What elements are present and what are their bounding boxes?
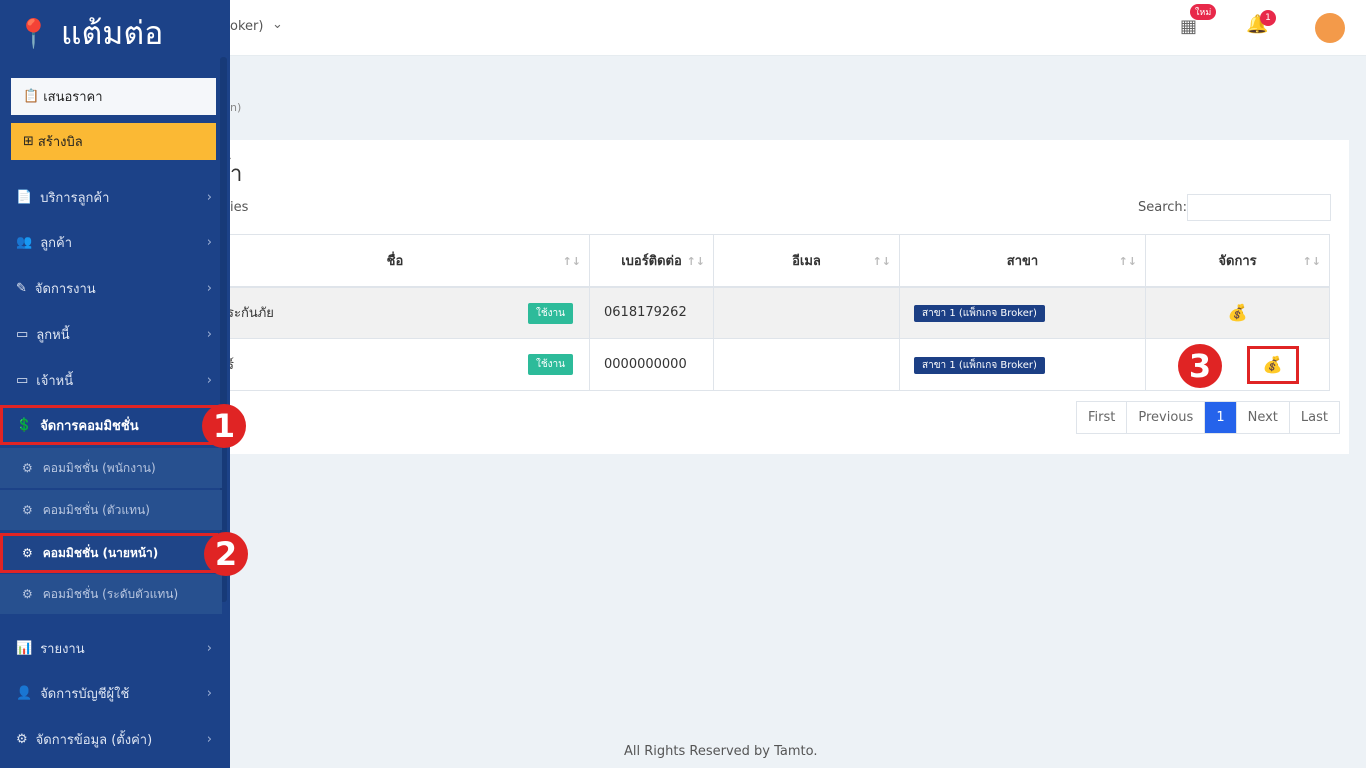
annotation-2: 2 [204,532,248,576]
page-next[interactable]: Next [1237,402,1290,433]
create-bill-button[interactable]: ⊞ สร้างบิล [11,123,216,160]
notification-count: 1 [1260,10,1276,26]
annotation-3: 3 [1178,344,1222,388]
data-table: ชื่อ ↑↓ เบอร์ติดต่อ ↑↓ อีเมล ↑↓ สาขา ↑↓ จัดก… [200,234,1330,391]
phone-cell: 0618179262 [589,286,714,339]
sidebar-sub-commission-broker[interactable]: ⚙ คอมมิชชั่น (นายหน้า) [0,533,218,573]
sidebar-sub-commission-staff[interactable]: ⚙ คอมมิชชั่น (พนักงาน) [0,448,222,488]
table-row: ระกันภัย ใช้งาน 0618179262 สาขา 1 (แพ็กเก… [200,286,1330,339]
new-badge: ใหม่ [1190,4,1217,20]
quote-button[interactable]: 📋 เสนอราคา [11,78,216,115]
email-cell [713,338,900,391]
chevron-down-icon[interactable]: ⌄ [272,17,283,32]
status-badge: ใช้งาน [527,302,573,324]
money-icon: 💲 [16,417,33,433]
branch-badge: สาขา 1 (แพ็กเกจ Broker) [914,356,1045,374]
branch-badge: สาขา 1 (แพ็กเกจ Broker) [914,304,1045,322]
clipboard-icon: 📋 [23,89,40,104]
gear-icon: ⚙ [22,503,33,517]
show-entries: ies [230,200,249,215]
commission-money-icon[interactable]: 💰 [1228,303,1248,323]
sidebar-item-user-accounts[interactable]: 👤 จัดการบัญชีผู้ใช้ › [0,673,222,713]
page-1[interactable]: 1 [1205,402,1237,433]
page-last[interactable]: Last [1290,402,1339,433]
footer: All Rights Reserved by Tamto. [624,744,818,759]
gear-icon: ⚙ [22,546,33,560]
users-icon: 👥 [16,234,33,250]
branch-selector[interactable]: oker) [230,19,263,34]
search-label: Search: [1138,200,1188,215]
col-phone[interactable]: เบอร์ติดต่อ ↑↓ [589,234,714,288]
sidebar-item-customer-service[interactable]: 📄 บริการลูกค้า › [0,177,222,217]
sidebar-item-settings[interactable]: ⚙ จัดการข้อมูล (ตั้งค่า) › [0,719,222,759]
col-actions[interactable]: จัดการ ↑↓ [1145,234,1330,288]
sidebar-item-receivables[interactable]: ▭ ลูกหนี้ › [0,314,222,354]
sidebar-item-commission[interactable]: 💲 จัดการคอมมิชชั่น [0,405,218,445]
user-plus-icon: 👤 [16,685,33,701]
breadcrumb: n) [230,101,242,114]
avatar[interactable] [1315,13,1345,43]
gear-icon: ⚙ [22,461,33,475]
page-title: ้า [230,162,243,187]
table-row: ร์ ใช้งาน 0000000000 สาขา 1 (แพ็กเกจ Brok… [200,338,1330,391]
col-email[interactable]: อีเมล ↑↓ [713,234,900,288]
status-badge: ใช้งาน [527,354,573,375]
sidebar-item-reports[interactable]: 📊 รายงาน › [0,628,222,668]
edit-icon: ✎ [16,280,27,296]
sidebar: 📍 แต้มต่อ 📋 เสนอราคา ⊞ สร้างบิล 📄 บริการลูกค… [0,0,230,768]
gears-icon: ⚙ [16,731,28,747]
logo[interactable]: 📍 แต้มต่อ [16,8,163,59]
annotation-1: 1 [202,404,246,448]
sidebar-item-jobs[interactable]: ✎ จัดการงาน › [0,268,222,308]
card-icon: ▭ [16,372,29,388]
name-cell: ระกันภัย [227,306,274,322]
page-first[interactable]: First [1077,402,1128,433]
sidebar-item-customers[interactable]: 👥 ลูกค้า › [0,222,222,262]
pagination: First Previous 1 Next Last [1076,401,1340,434]
col-name[interactable]: ชื่อ ↑↓ [200,234,590,288]
logo-text: แต้มต่อ [60,14,164,52]
plus-square-icon: ⊞ [23,134,34,149]
page-previous[interactable]: Previous [1127,402,1206,433]
phone-cell: 0000000000 [589,338,714,391]
document-icon: 📄 [16,189,33,205]
map-pin-icon: 📍 [16,17,51,50]
bar-chart-icon: 📊 [16,640,33,656]
commission-money-icon[interactable]: 💰 [1246,345,1299,384]
col-branch[interactable]: สาขา ↑↓ [899,234,1146,288]
card-icon: ▭ [16,326,29,342]
email-cell [713,286,900,339]
sidebar-sub-commission-agent[interactable]: ⚙ คอมมิชชั่น (ตัวแทน) [0,490,222,530]
search-input[interactable] [1187,194,1331,221]
gear-icon: ⚙ [22,587,33,601]
sidebar-item-payables[interactable]: ▭ เจ้าหนี้ › [0,360,222,400]
sidebar-sub-commission-agent-level[interactable]: ⚙ คอมมิชชั่น (ระดับตัวแทน) [0,574,222,614]
